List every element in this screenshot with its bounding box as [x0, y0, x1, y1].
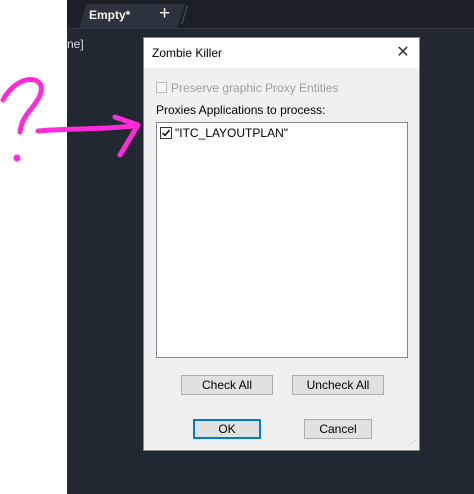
- plus-icon[interactable]: +: [159, 4, 170, 23]
- uncheck-all-button[interactable]: Uncheck All: [292, 375, 384, 395]
- list-item[interactable]: "ITC_LAYOUTPLAN": [160, 126, 288, 140]
- checkmark-icon: [162, 129, 171, 137]
- close-icon[interactable]: ✕: [393, 43, 413, 63]
- partial-background-text: ne]: [67, 37, 84, 51]
- ok-button[interactable]: OK: [193, 419, 261, 439]
- document-tab-bar: Empty* +: [67, 0, 474, 29]
- document-tab-label[interactable]: Empty*: [89, 8, 130, 22]
- resize-grip-icon[interactable]: ⋰: [409, 440, 417, 448]
- question-mark-stroke: [0, 77, 44, 135]
- arrow-shaft: [35, 123, 136, 134]
- proxies-listbox[interactable]: "ITC_LAYOUTPLAN": [156, 122, 408, 358]
- proxies-list-label: Proxies Applications to process:: [156, 103, 326, 117]
- dialog-title: Zombie Killer: [152, 46, 223, 60]
- preserve-proxy-label: Preserve graphic Proxy Entities: [171, 80, 339, 95]
- zombie-killer-dialog: Zombie Killer ✕ Preserve graphic Proxy E…: [143, 37, 420, 451]
- cancel-button[interactable]: Cancel: [304, 419, 372, 439]
- dialog-titlebar[interactable]: Zombie Killer ✕: [144, 38, 419, 68]
- check-all-button[interactable]: Check All: [181, 375, 273, 395]
- itc-layoutplan-checkbox[interactable]: [160, 127, 172, 139]
- preserve-proxy-checkbox[interactable]: [156, 82, 167, 94]
- question-mark-dot: [13, 154, 21, 162]
- question-arrow-annotation: [0, 77, 141, 162]
- itc-layoutplan-label: "ITC_LAYOUTPLAN": [175, 126, 288, 140]
- arrow-head: [112, 114, 141, 158]
- preserve-proxy-row: Preserve graphic Proxy Entities: [156, 80, 338, 95]
- screenshot-stage: Empty* + ne] Zombie Killer ✕ Preserve gr…: [0, 0, 474, 494]
